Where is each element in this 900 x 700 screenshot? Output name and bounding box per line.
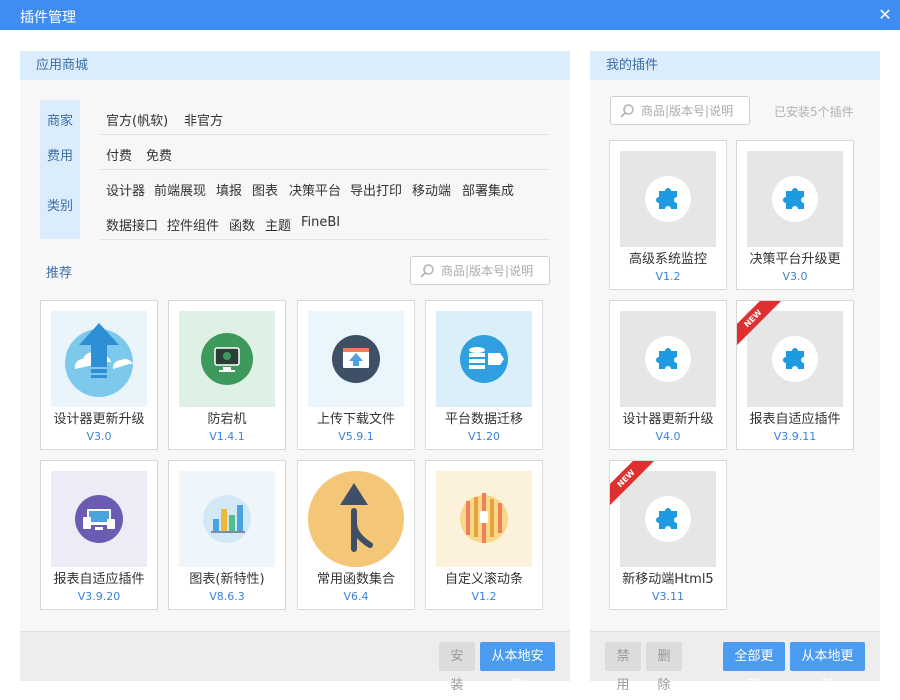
plugin-card[interactable]: 自定义滚动条 V1.2 bbox=[425, 460, 543, 610]
category-frontend[interactable]: 前端展现 bbox=[154, 180, 206, 199]
install-button[interactable]: 安装 bbox=[439, 642, 475, 693]
category-designer[interactable]: 设计器 bbox=[106, 180, 145, 199]
database-icon bbox=[436, 311, 532, 407]
store-search-input[interactable] bbox=[441, 261, 546, 280]
filter-option-official[interactable]: 官方(帆软) bbox=[106, 110, 168, 129]
plugin-name: 报表自适应插件 bbox=[53, 572, 145, 587]
my-search-box[interactable] bbox=[610, 96, 750, 125]
plugin-name: 自定义滚动条 bbox=[444, 572, 523, 587]
puzzle-icon bbox=[747, 311, 843, 407]
filter-tab-fee[interactable]: 费用 bbox=[40, 145, 80, 164]
plugin-name: 决策平台升级更 bbox=[749, 252, 841, 267]
plugin-name: 新移动端Html5 bbox=[622, 572, 714, 587]
plugin-version: V4.0 bbox=[655, 430, 681, 443]
install-local-button[interactable]: 从本地安装 bbox=[480, 642, 555, 693]
window-title: 插件管理 bbox=[20, 10, 76, 26]
disable-button[interactable]: 禁用 bbox=[605, 642, 641, 693]
merge-arrow-icon bbox=[308, 471, 404, 567]
puzzle-icon bbox=[620, 311, 716, 407]
search-icon bbox=[620, 104, 634, 118]
plugin-version: V3.11 bbox=[651, 590, 685, 603]
filter-option-paid[interactable]: 付费 bbox=[106, 145, 132, 164]
filter-tab-vendor[interactable]: 商家 bbox=[40, 110, 80, 129]
fee-filter-row: 付费 免费 bbox=[100, 135, 550, 170]
scrollbar-icon bbox=[436, 471, 532, 567]
plugin-version: V1.4.1 bbox=[209, 430, 245, 443]
plugin-version: V5.9.1 bbox=[338, 430, 374, 443]
category-filter-row: 设计器 前端展现 填报 图表 决策平台 导出打印 移动端 部署集成 数据接口 控… bbox=[100, 170, 550, 240]
category-functions[interactable]: 函数 bbox=[229, 215, 255, 234]
puzzle-icon bbox=[620, 151, 716, 247]
category-themes[interactable]: 主题 bbox=[265, 215, 291, 234]
app-store-header: 应用商城 bbox=[20, 51, 570, 80]
plugin-card[interactable]: 设计器更新升级 V3.0 bbox=[40, 300, 158, 450]
category-widgets[interactable]: 控件组件 bbox=[167, 215, 219, 234]
filter-option-free[interactable]: 免费 bbox=[146, 145, 172, 164]
installed-count: 已安装5个插件 bbox=[774, 105, 854, 119]
my-search-input[interactable] bbox=[641, 101, 746, 120]
plugin-name: 常用函数集合 bbox=[316, 572, 395, 587]
category-deploy[interactable]: 部署集成 bbox=[462, 180, 514, 199]
category-export-print[interactable]: 导出打印 bbox=[350, 180, 402, 199]
plugin-name: 报表自适应插件 bbox=[749, 412, 841, 427]
filter-tabs: 商家 费用 类别 bbox=[40, 100, 80, 239]
my-plugins-panel: 我的插件 已安装5个插件 高级系统监控 V1.2 决策平台升级更 V3.0 设计… bbox=[590, 51, 880, 693]
bar-chart-icon bbox=[179, 471, 275, 567]
filter-tab-category[interactable]: 类别 bbox=[40, 195, 80, 214]
update-local-button[interactable]: 从本地更新 bbox=[790, 642, 865, 693]
puzzle-icon bbox=[747, 151, 843, 247]
window-titlebar: 插件管理 ✕ bbox=[0, 0, 900, 30]
close-icon[interactable]: ✕ bbox=[870, 0, 900, 30]
update-all-button[interactable]: 全部更新 bbox=[723, 642, 785, 693]
plugin-card[interactable]: 常用函数集合 V6.4 bbox=[297, 460, 415, 610]
store-search-box[interactable] bbox=[410, 256, 550, 285]
recommend-label: 推荐 bbox=[46, 266, 73, 281]
category-chart[interactable]: 图表 bbox=[252, 180, 278, 199]
search-icon bbox=[420, 264, 434, 278]
plugin-name: 平台数据迁移 bbox=[444, 412, 523, 427]
installed-plugin-card[interactable]: NEW 报表自适应插件 V3.9.11 bbox=[736, 300, 854, 450]
puzzle-icon bbox=[620, 471, 716, 567]
plugin-version: V3.0 bbox=[782, 270, 808, 283]
plugin-name: 设计器更新升级 bbox=[622, 412, 714, 427]
delete-button[interactable]: 删除 bbox=[646, 642, 682, 693]
category-decision-platform[interactable]: 决策平台 bbox=[289, 180, 341, 199]
plugin-version: V3.9.11 bbox=[773, 430, 817, 443]
plugin-card[interactable]: 报表自适应插件 V3.9.20 bbox=[40, 460, 158, 610]
upload-arrow-icon bbox=[51, 311, 147, 407]
plugin-name: 高级系统监控 bbox=[628, 252, 707, 267]
installed-plugin-card[interactable]: 决策平台升级更 V3.0 bbox=[736, 140, 854, 290]
installed-plugin-card[interactable]: NEW 新移动端Html5 V3.11 bbox=[609, 460, 727, 610]
devices-icon bbox=[51, 471, 147, 567]
plugin-version: V6.4 bbox=[343, 590, 369, 603]
plugin-version: V3.9.20 bbox=[77, 590, 121, 603]
my-plugins-header: 我的插件 bbox=[590, 51, 880, 80]
plugin-version: V1.2 bbox=[655, 270, 681, 283]
category-fill[interactable]: 填报 bbox=[216, 180, 242, 199]
plugin-name: 设计器更新升级 bbox=[53, 412, 145, 427]
plugin-version: V1.20 bbox=[467, 430, 501, 443]
installed-plugin-card[interactable]: 高级系统监控 V1.2 bbox=[609, 140, 727, 290]
upload-file-icon bbox=[308, 311, 404, 407]
plugin-card[interactable]: 上传下载文件 V5.9.1 bbox=[297, 300, 415, 450]
category-finebi[interactable]: FineBI bbox=[301, 215, 340, 230]
category-data-interface[interactable]: 数据接口 bbox=[106, 215, 158, 234]
plugin-version: V1.2 bbox=[471, 590, 497, 603]
category-mobile[interactable]: 移动端 bbox=[412, 180, 451, 199]
plugin-card[interactable]: 图表(新特性) V8.6.3 bbox=[168, 460, 286, 610]
plugin-name: 图表(新特性) bbox=[189, 572, 265, 587]
app-store-panel: 应用商城 商家 费用 类别 官方(帆软) 非官方 付费 免费 设计器 前端展现 … bbox=[20, 51, 570, 693]
plugin-card[interactable]: 防宕机 V1.4.1 bbox=[168, 300, 286, 450]
plugin-version: V8.6.3 bbox=[209, 590, 245, 603]
plugin-name: 上传下载文件 bbox=[316, 412, 395, 427]
my-plugins-footer: 禁用 删除 全部更新 从本地更新 bbox=[590, 631, 880, 693]
filter-option-unofficial[interactable]: 非官方 bbox=[184, 110, 223, 129]
installed-plugin-card[interactable]: 设计器更新升级 V4.0 bbox=[609, 300, 727, 450]
vendor-filter-row: 官方(帆软) 非官方 bbox=[100, 100, 550, 135]
plugin-name: 防宕机 bbox=[207, 412, 247, 427]
plugin-version: V3.0 bbox=[86, 430, 112, 443]
plugin-card[interactable]: 平台数据迁移 V1.20 bbox=[425, 300, 543, 450]
store-footer: 安装 从本地安装 bbox=[20, 631, 570, 693]
monitor-icon bbox=[179, 311, 275, 407]
